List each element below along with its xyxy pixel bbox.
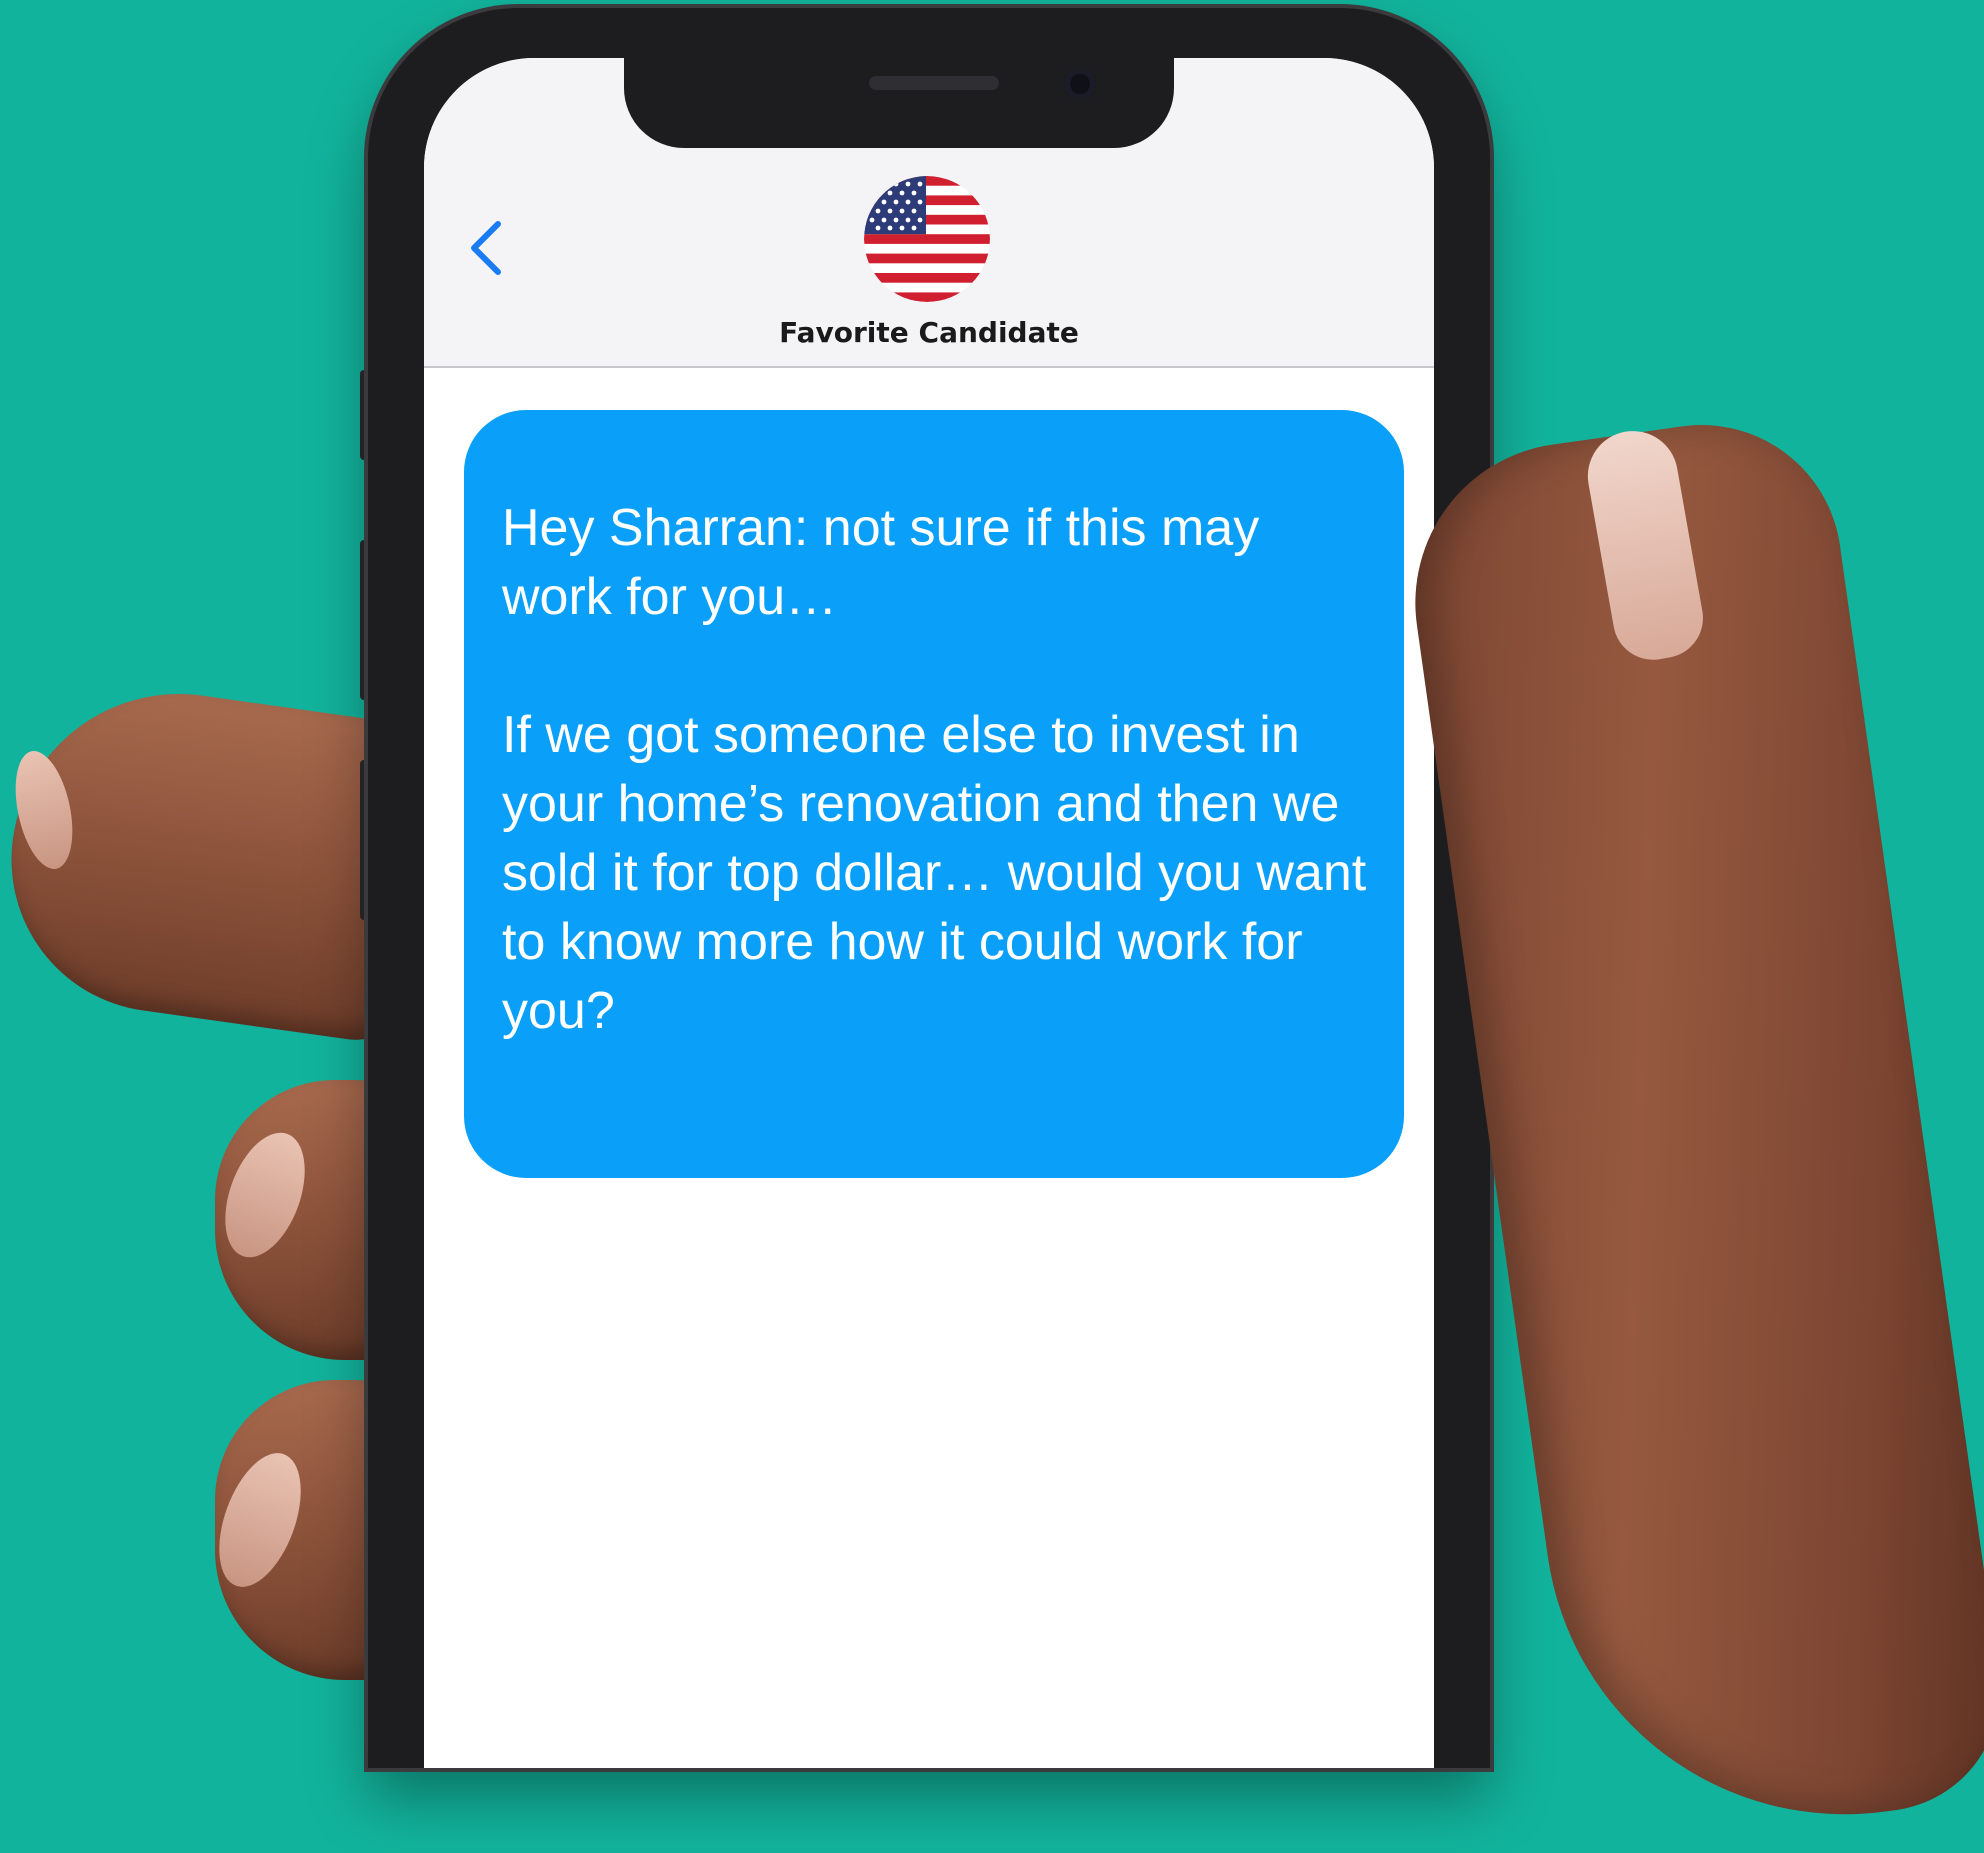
us-flag-icon [864,176,990,302]
message-paragraph: Hey Sharran: not sure if this may work f… [502,499,1260,626]
message-bubble[interactable]: Hey Sharran: not sure if this may work f… [464,410,1404,1178]
phone-screen: Favorite Candidate Hey Sharran: not sure… [424,58,1434,1768]
message-paragraph: If we got someone else to invest in your… [502,706,1367,1040]
front-camera [1064,68,1096,100]
phone-notch [624,58,1174,148]
contact-avatar[interactable] [864,176,990,302]
chevron-left-icon [471,221,501,275]
contact-name[interactable]: Favorite Candidate [424,316,1434,349]
phone-frame: Favorite Candidate Hey Sharran: not sure… [368,8,1490,1768]
scene: Favorite Candidate Hey Sharran: not sure… [0,0,1984,1853]
back-button[interactable] [456,208,516,288]
earpiece-speaker [869,76,999,90]
